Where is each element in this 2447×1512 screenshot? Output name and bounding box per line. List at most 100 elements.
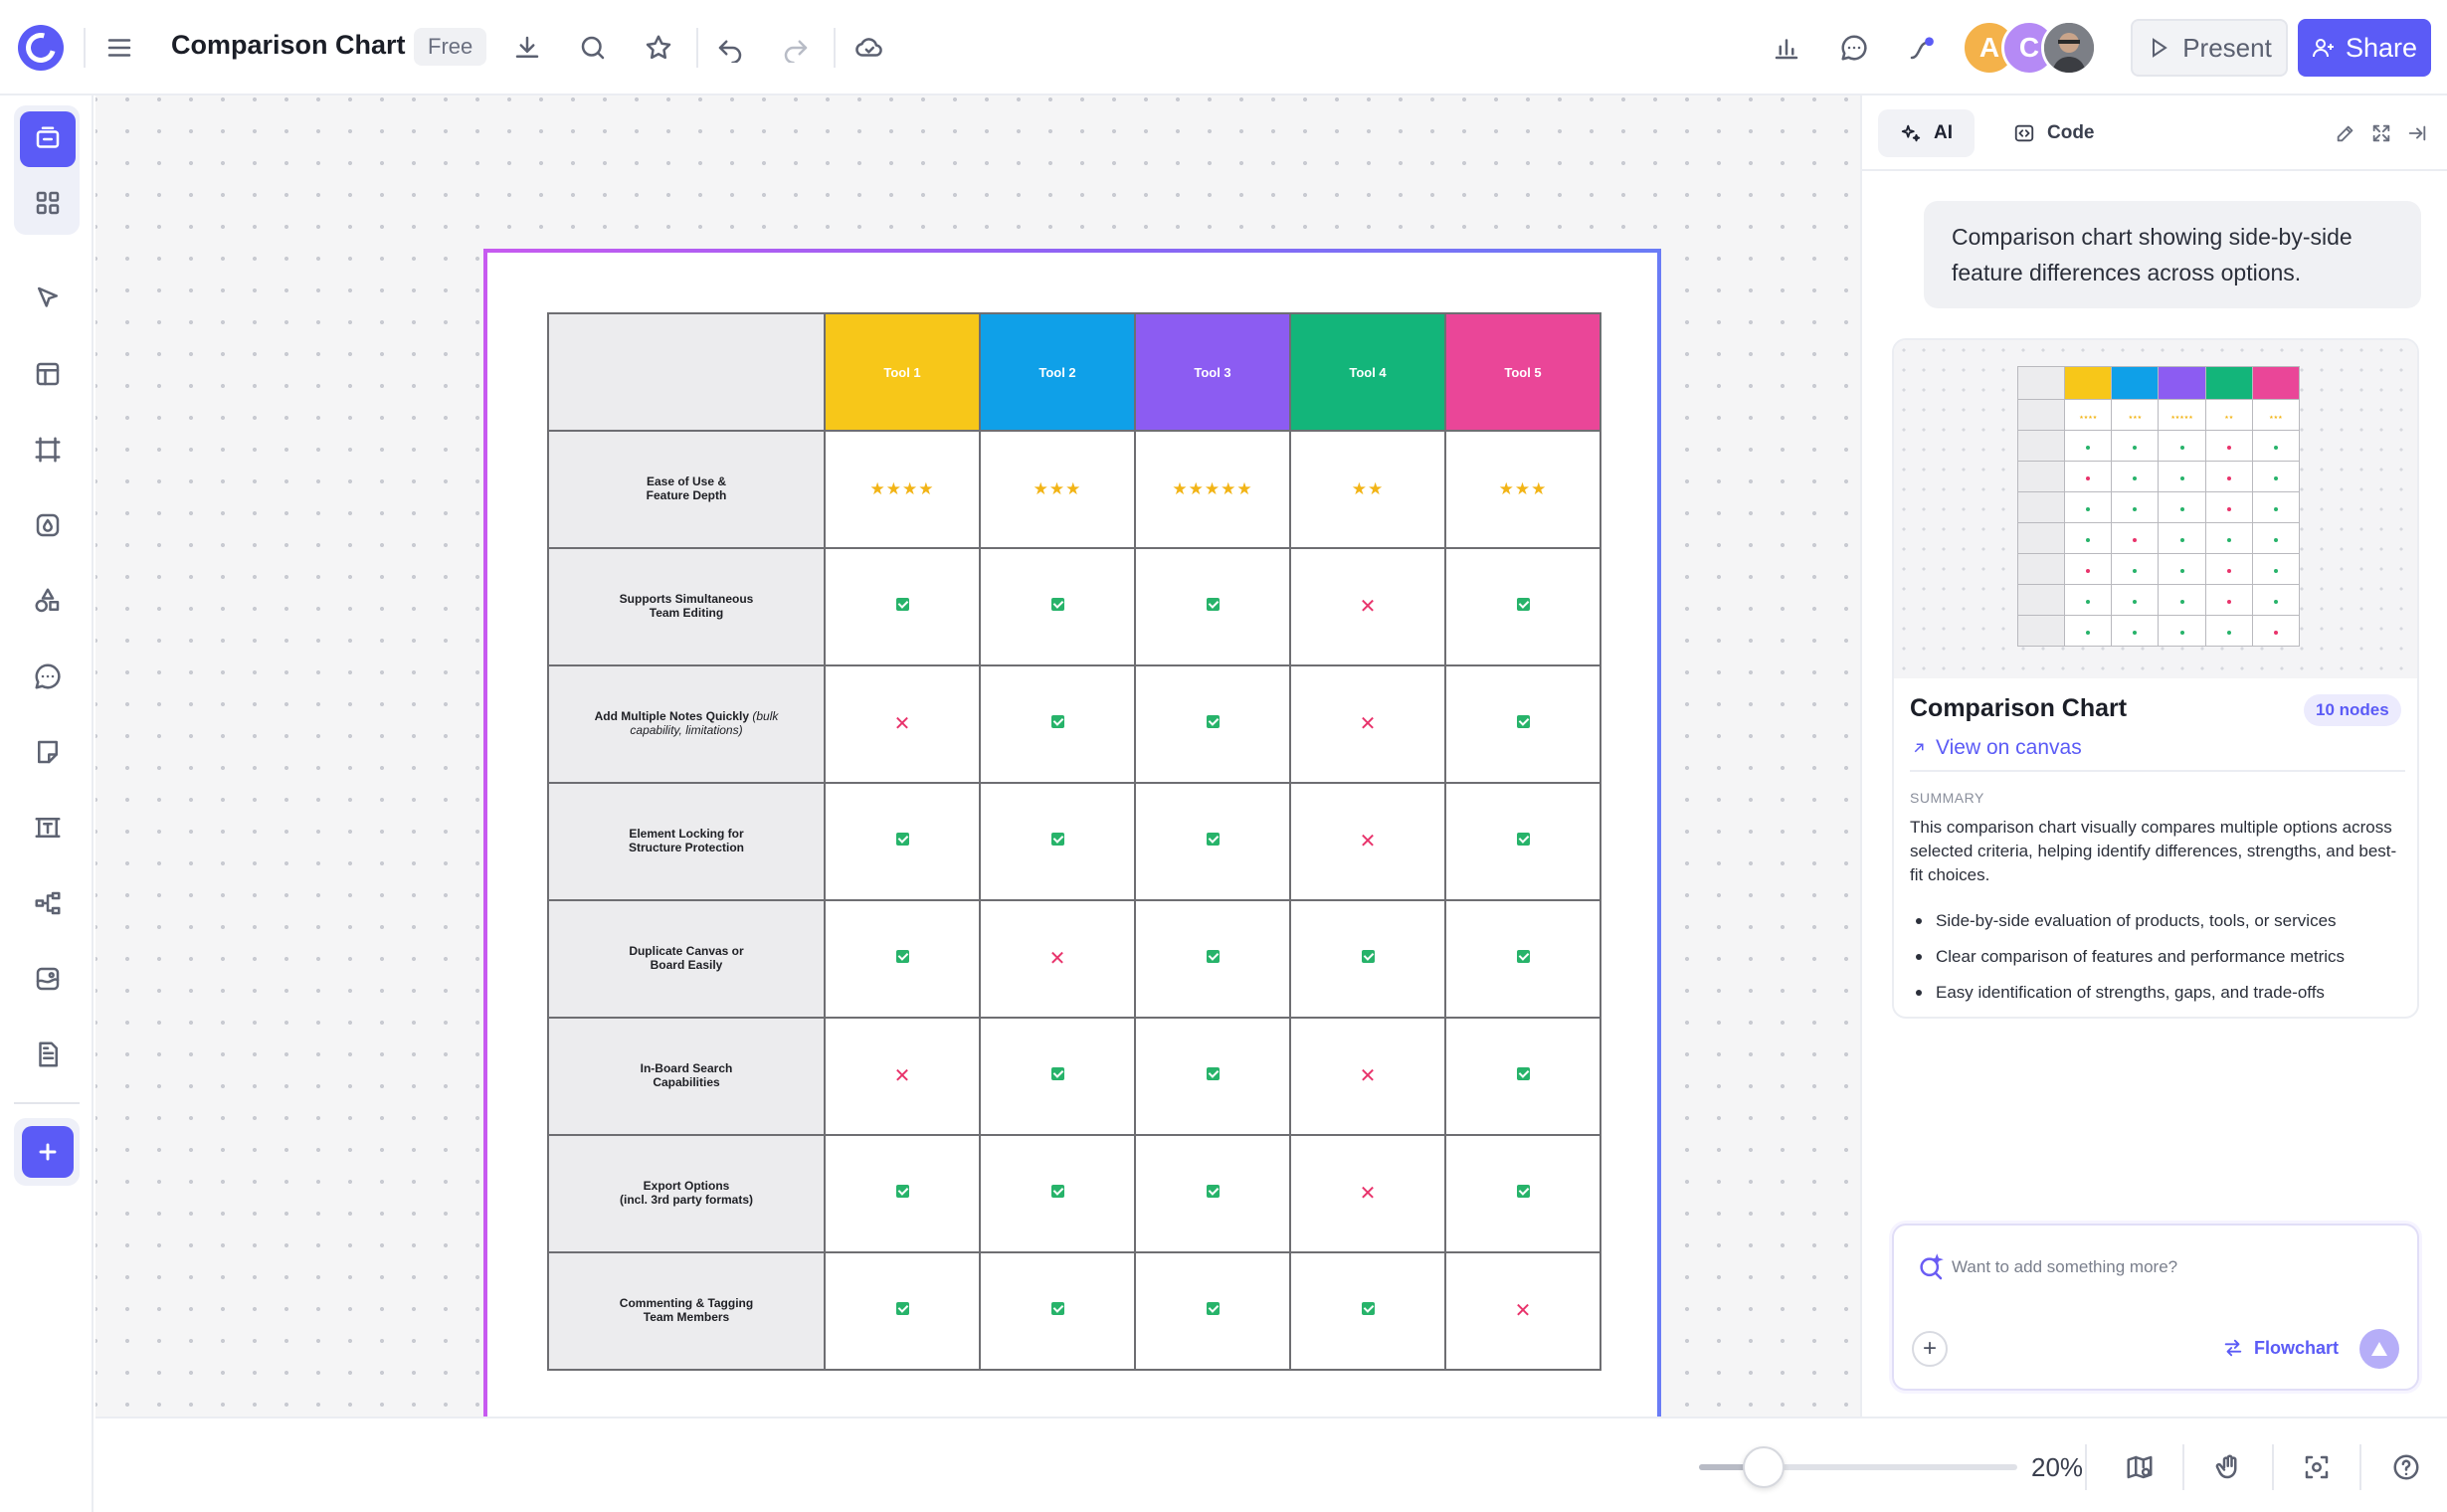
feature-cell[interactable]: ✕ (1289, 547, 1446, 666)
feature-cell[interactable] (824, 899, 981, 1019)
feature-cell[interactable] (1134, 547, 1291, 666)
feature-cell[interactable] (1444, 664, 1601, 784)
tool-header-4[interactable]: Tool 4 (1289, 312, 1446, 432)
star-icon[interactable] (635, 24, 682, 72)
feature-cell[interactable] (1134, 664, 1291, 784)
criterion-cell[interactable]: Ease of Use & Feature Depth (547, 430, 826, 549)
expand-icon[interactable] (2365, 117, 2397, 149)
tool-header-2[interactable]: Tool 2 (979, 312, 1136, 432)
rating-cell[interactable]: ★★★ (1444, 430, 1601, 549)
add-button[interactable] (22, 1126, 74, 1178)
layout-tool[interactable] (20, 346, 76, 402)
app-logo[interactable] (18, 25, 64, 71)
feature-cell[interactable] (824, 782, 981, 901)
document-title[interactable]: Comparison Chart (171, 30, 406, 61)
collaborator-avatars[interactable]: A C (1962, 20, 2101, 76)
criterion-cell[interactable]: Duplicate Canvas or Board Easily (547, 899, 826, 1019)
avatar[interactable] (2041, 20, 2097, 76)
frame-tool[interactable] (20, 422, 76, 477)
selected-frame[interactable]: Tool 1 Tool 2 Tool 3 Tool 4 Tool 5 Ease of U… (483, 249, 1661, 1434)
select-tool[interactable] (20, 271, 76, 326)
feature-cell[interactable]: ✕ (979, 899, 1136, 1019)
sticky-note-tool[interactable] (20, 724, 76, 780)
ai-canvas-tool[interactable] (20, 111, 76, 167)
embed-tool[interactable] (20, 951, 76, 1007)
text-tool[interactable] (20, 800, 76, 855)
comment-tool[interactable] (20, 649, 76, 704)
feature-cell[interactable] (1134, 782, 1291, 901)
feature-cell[interactable]: ✕ (1289, 782, 1446, 901)
criterion-cell[interactable]: Add Multiple Notes Quickly (bulk capabil… (547, 664, 826, 784)
tab-ai[interactable]: AI (1878, 109, 1975, 157)
feature-cell[interactable] (979, 782, 1136, 901)
board-canvas[interactable]: Tool 1 Tool 2 Tool 3 Tool 4 Tool 5 Ease of U… (95, 95, 1860, 1430)
collapse-panel-icon[interactable] (2401, 117, 2433, 149)
criterion-cell[interactable]: Element Locking for Structure Protection (547, 782, 826, 901)
criterion-cell[interactable]: Export Options (incl. 3rd party formats) (547, 1134, 826, 1253)
feature-cell[interactable] (979, 1251, 1136, 1371)
feature-cell[interactable] (1134, 899, 1291, 1019)
feature-cell[interactable] (1134, 1134, 1291, 1253)
criterion-cell[interactable]: Commenting & Tagging Team Members (547, 1251, 826, 1371)
feature-cell[interactable] (1444, 1017, 1601, 1136)
feature-cell[interactable]: ✕ (1289, 664, 1446, 784)
tool-header-1[interactable]: Tool 1 (824, 312, 981, 432)
tab-code[interactable]: Code (1991, 109, 2117, 157)
connector-icon[interactable] (1898, 24, 1946, 72)
search-icon[interactable] (569, 24, 617, 72)
mode-selector[interactable]: Flowchart (2222, 1337, 2339, 1359)
redo-icon[interactable] (772, 24, 820, 72)
feature-cell[interactable] (979, 547, 1136, 666)
feature-cell[interactable] (979, 1134, 1136, 1253)
help-icon[interactable] (2383, 1444, 2429, 1490)
download-icon[interactable] (503, 24, 551, 72)
color-tool[interactable] (20, 497, 76, 553)
shapes-tool[interactable] (20, 573, 76, 629)
tool-header-5[interactable]: Tool 5 (1444, 312, 1601, 432)
feature-cell[interactable] (979, 664, 1136, 784)
map-icon[interactable] (2117, 1444, 2163, 1490)
feature-cell[interactable]: ✕ (1289, 1134, 1446, 1253)
present-button[interactable]: Present (2131, 19, 2288, 77)
fit-screen-icon[interactable] (2294, 1444, 2340, 1490)
document-tool[interactable] (20, 1027, 76, 1082)
feature-cell[interactable] (1444, 782, 1601, 901)
feature-cell[interactable]: ✕ (1444, 1251, 1601, 1371)
feature-cell[interactable] (1289, 1251, 1446, 1371)
edit-icon[interactable] (2330, 117, 2361, 149)
criterion-cell[interactable]: In-Board Search Capabilities (547, 1017, 826, 1136)
hand-icon[interactable] (2206, 1444, 2252, 1490)
templates-tool[interactable] (20, 175, 76, 231)
feature-cell[interactable] (979, 1017, 1136, 1136)
menu-icon[interactable] (95, 24, 143, 72)
feature-cell[interactable] (1289, 899, 1446, 1019)
zoom-slider-handle[interactable] (1743, 1446, 1785, 1488)
rating-cell[interactable]: ★★★ (979, 430, 1136, 549)
send-button[interactable] (2359, 1329, 2399, 1369)
feature-cell[interactable] (1444, 1134, 1601, 1253)
mindmap-tool[interactable] (20, 875, 76, 931)
feature-cell[interactable] (1134, 1251, 1291, 1371)
criterion-cell[interactable]: Supports Simultaneous Team Editing (547, 547, 826, 666)
rating-cell[interactable]: ★★ (1289, 430, 1446, 549)
tool-header-3[interactable]: Tool 3 (1134, 312, 1291, 432)
attach-button[interactable]: + (1912, 1331, 1948, 1367)
feature-cell[interactable] (1134, 1017, 1291, 1136)
zoom-slider[interactable] (1699, 1446, 2017, 1488)
rating-cell[interactable]: ★★★★★ (1134, 430, 1291, 549)
undo-icon[interactable] (706, 24, 754, 72)
comparison-table[interactable]: Tool 1 Tool 2 Tool 3 Tool 4 Tool 5 Ease of U… (547, 312, 1601, 1371)
chart-icon[interactable] (1763, 24, 1810, 72)
prompt-input[interactable] (1952, 1249, 2389, 1285)
feature-cell[interactable]: ✕ (824, 664, 981, 784)
feature-cell[interactable] (824, 547, 981, 666)
chart-thumbnail[interactable]: ★★★★ ★★★ ★★★★★ ★★ ★★★ (1894, 340, 2417, 678)
view-on-canvas-link[interactable]: View on canvas (1910, 736, 2082, 760)
feature-cell[interactable] (824, 1251, 981, 1371)
feature-cell[interactable]: ✕ (824, 1017, 981, 1136)
zoom-level[interactable]: 20% (2031, 1452, 2083, 1483)
feature-cell[interactable] (1444, 899, 1601, 1019)
rating-cell[interactable]: ★★★★ (824, 430, 981, 549)
cloud-icon[interactable] (846, 24, 893, 72)
comment-icon[interactable] (1830, 24, 1878, 72)
